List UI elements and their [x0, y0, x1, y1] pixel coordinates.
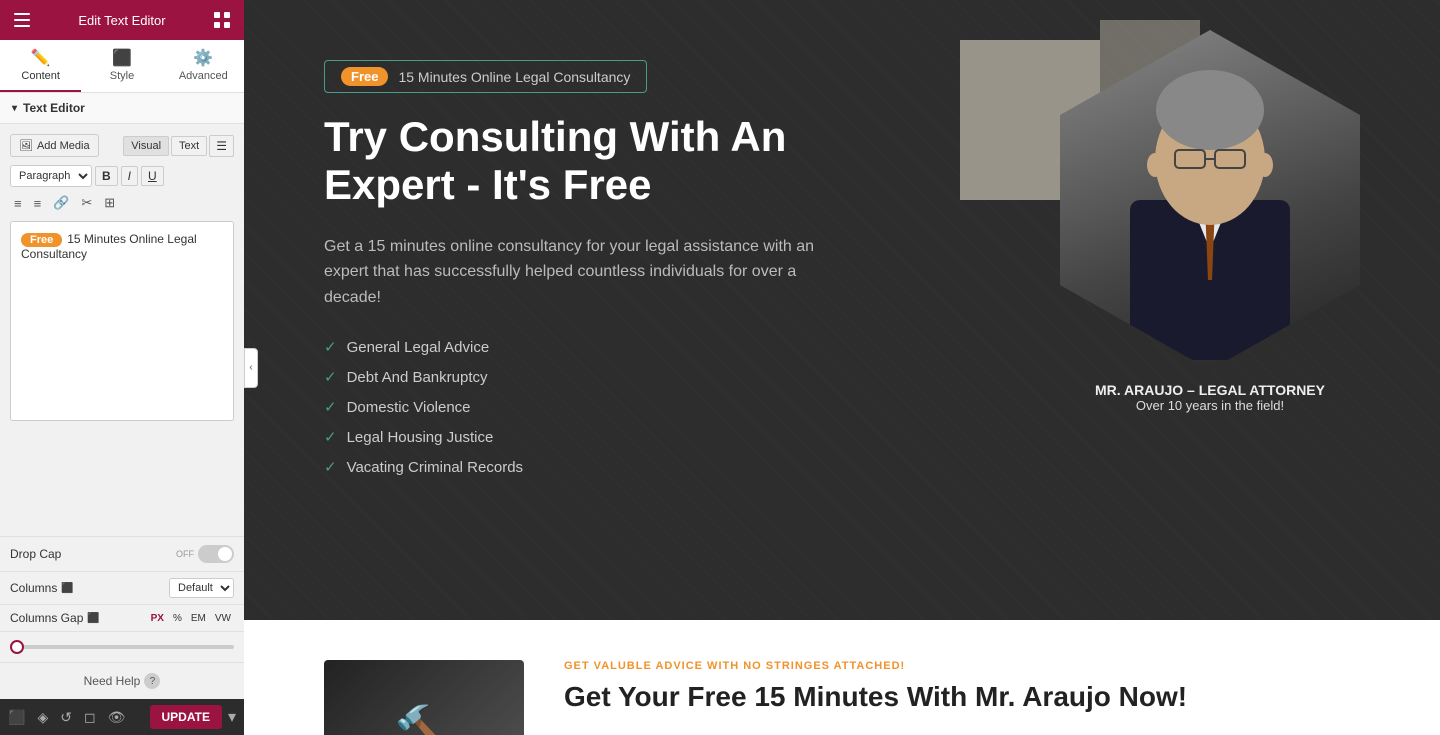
panel-title: Edit Text Editor	[78, 13, 165, 28]
bold-button[interactable]: B	[95, 166, 118, 186]
slider-row	[0, 631, 244, 662]
left-panel: Edit Text Editor ✏️ Content ⬛ Style ⚙️ A…	[0, 0, 244, 735]
italic-button[interactable]: I	[121, 166, 138, 186]
update-dropdown-button[interactable]: ▾	[228, 707, 236, 727]
columns-info-icon: ⬛	[61, 583, 73, 594]
hero-badge-text: 15 Minutes Online Legal Consultancy	[398, 69, 630, 85]
tab-style[interactable]: ⬛ Style	[81, 40, 162, 92]
tab-advanced[interactable]: ⚙️ Advanced	[163, 40, 244, 92]
history-icon[interactable]: ↺	[60, 709, 72, 726]
need-help-label: Need Help	[84, 674, 141, 688]
format-row-2: ≡ ≡ 🔗 ✂ ⊞	[10, 193, 234, 213]
update-button[interactable]: UPDATE	[150, 705, 222, 729]
check-icon: ✓	[324, 398, 337, 416]
hamburger-icon[interactable]	[12, 10, 32, 30]
list-view-button[interactable]: ☰	[209, 135, 234, 157]
drop-cap-label: Drop Cap	[10, 547, 61, 561]
add-section-icon[interactable]: ◈	[37, 709, 48, 726]
format-row-1: Paragraph B I U	[10, 165, 234, 187]
drop-cap-row: Drop Cap OFF	[0, 536, 244, 571]
gap-info-icon: ⬛	[87, 613, 99, 624]
columns-select[interactable]: Default	[169, 578, 234, 598]
right-panel: Free 15 Minutes Online Legal Consultancy…	[244, 0, 1440, 735]
hero-badge-container: Free 15 Minutes Online Legal Consultancy	[324, 60, 647, 93]
check-icon: ✓	[324, 368, 337, 386]
second-subtitle: GET VALUBLE ADVICE WITH NO STRINGES ATTA…	[564, 660, 1360, 672]
section-header[interactable]: ▾ Text Editor	[0, 93, 244, 124]
unit-vw-button[interactable]: VW	[212, 612, 234, 625]
add-media-icon: 🖼	[19, 139, 33, 152]
hero-free-badge: Free	[341, 67, 388, 86]
unit-percent-button[interactable]: %	[170, 612, 185, 625]
view-toggle: Visual Text ☰	[123, 135, 234, 157]
attorney-hexagon	[1060, 30, 1360, 370]
hero-badge-row: Free 15 Minutes Online Legal Consultancy	[324, 60, 844, 93]
attorney-years: Over 10 years in the field!	[1040, 398, 1380, 413]
content-free-badge: Free	[21, 233, 62, 247]
need-help-section: Need Help ?	[0, 662, 244, 699]
unit-buttons: PX % EM VW	[148, 612, 234, 625]
underline-button[interactable]: U	[141, 166, 164, 186]
top-bar: Edit Text Editor	[0, 0, 244, 40]
second-section: 🔨 GET VALUBLE ADVICE WITH NO STRINGES AT…	[244, 620, 1440, 735]
hero-list: ✓ General Legal Advice ✓ Debt And Bankru…	[324, 338, 844, 476]
drop-cap-toggle[interactable]	[198, 545, 234, 563]
list-item: ✓ Legal Housing Justice	[324, 428, 844, 446]
content-icon: ✏️	[31, 48, 51, 68]
visual-view-button[interactable]: Visual	[123, 136, 169, 156]
bottom-bar: ⬛ ◈ ↺ ◻ 👁 UPDATE ▾	[0, 699, 244, 735]
list-item: ✓ Debt And Bankruptcy	[324, 368, 844, 386]
list-item: ✓ Vacating Criminal Records	[324, 458, 844, 476]
attorney-image-area: MR. ARAUJO – LEGAL ATTORNEY Over 10 year…	[1040, 30, 1380, 590]
preview-icon[interactable]: 👁	[108, 709, 126, 726]
check-icon: ✓	[324, 428, 337, 446]
columns-row: Columns ⬛ Default	[0, 571, 244, 604]
section-label: Text Editor	[23, 101, 85, 115]
editor-area: 🖼 Add Media Visual Text ☰ Paragraph B I …	[0, 124, 244, 536]
second-image: 🔨	[324, 660, 524, 735]
second-title: Get Your Free 15 Minutes With Mr. Araujo…	[564, 680, 1360, 714]
advanced-icon: ⚙️	[193, 48, 213, 68]
columns-gap-slider[interactable]	[10, 645, 234, 649]
second-content: GET VALUBLE ADVICE WITH NO STRINGES ATTA…	[564, 660, 1360, 714]
columns-gap-label: Columns Gap ⬛	[10, 611, 100, 625]
layers-icon[interactable]: ⬛	[8, 709, 25, 726]
list-item: ✓ General Legal Advice	[324, 338, 844, 356]
text-view-button[interactable]: Text	[171, 136, 207, 156]
unordered-list-button[interactable]: ≡	[30, 194, 46, 213]
toggle-off-label: OFF	[176, 549, 194, 559]
attorney-name: MR. ARAUJO – LEGAL ATTORNEY	[1040, 382, 1380, 398]
columns-gap-row: Columns Gap ⬛ PX % EM VW	[0, 604, 244, 631]
check-icon: ✓	[324, 458, 337, 476]
responsive-icon[interactable]: ◻	[84, 709, 96, 726]
link-button[interactable]: 🔗	[49, 193, 73, 213]
check-icon: ✓	[324, 338, 337, 356]
columns-label: Columns ⬛	[10, 581, 74, 595]
unit-px-button[interactable]: PX	[148, 612, 167, 625]
hero-section: Free 15 Minutes Online Legal Consultancy…	[244, 0, 1440, 620]
unlink-button[interactable]: ✂	[77, 193, 96, 213]
text-content-area[interactable]: Free15 Minutes Online Legal Consultancy	[10, 221, 234, 421]
tab-content[interactable]: ✏️ Content	[0, 40, 81, 92]
list-item: ✓ Domestic Violence	[324, 398, 844, 416]
attorney-photo	[1060, 30, 1360, 370]
table-button[interactable]: ⊞	[100, 193, 119, 213]
bottom-icons: ⬛ ◈ ↺ ◻ 👁	[8, 709, 125, 726]
ordered-list-button[interactable]: ≡	[10, 194, 26, 213]
grid-icon[interactable]	[212, 10, 232, 30]
hero-content: Free 15 Minutes Online Legal Consultancy…	[324, 60, 844, 476]
help-icon[interactable]: ?	[144, 673, 160, 689]
hero-description: Get a 15 minutes online consultancy for …	[324, 234, 844, 311]
collapse-panel-handle[interactable]: ‹	[244, 348, 258, 388]
tabs-bar: ✏️ Content ⬛ Style ⚙️ Advanced	[0, 40, 244, 93]
attorney-label: MR. ARAUJO – LEGAL ATTORNEY Over 10 year…	[1040, 382, 1380, 413]
gavel-icon: 🔨	[394, 702, 454, 735]
style-icon: ⬛	[112, 48, 132, 68]
hero-title: Try Consulting With An Expert - It's Fre…	[324, 113, 844, 210]
paragraph-select[interactable]: Paragraph	[10, 165, 92, 187]
add-media-row: 🖼 Add Media Visual Text ☰	[10, 134, 234, 157]
section-arrow: ▾	[12, 103, 17, 114]
add-media-button[interactable]: 🖼 Add Media	[10, 134, 99, 157]
unit-em-button[interactable]: EM	[188, 612, 209, 625]
